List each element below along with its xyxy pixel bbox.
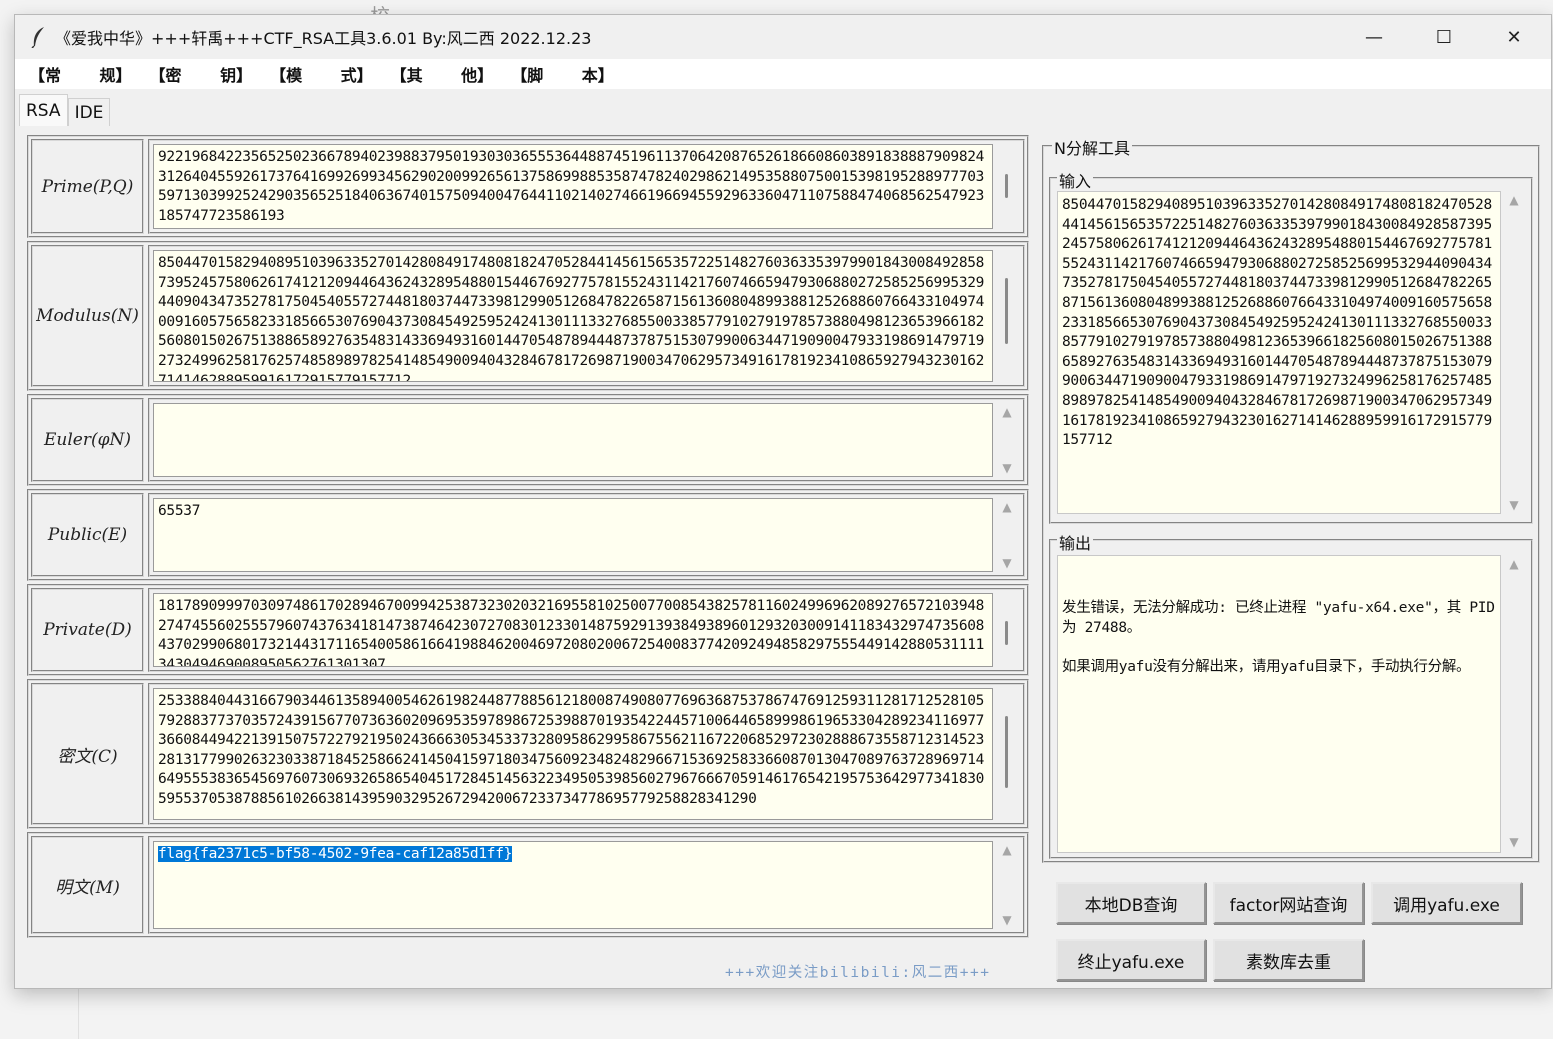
menu-other[interactable]: 【其 他】 bbox=[391, 62, 494, 86]
scroll-up-icon[interactable]: ▲ bbox=[994, 500, 1020, 514]
footer-banner: +++欢迎关注bilibili:风二西+++ bbox=[725, 965, 991, 981]
euler-textarea[interactable] bbox=[153, 403, 993, 477]
prime-scroll-thumb[interactable] bbox=[1005, 174, 1008, 198]
scroll-down-icon[interactable]: ▼ bbox=[994, 461, 1020, 475]
modulus-row: Modulus(N) 85044701582940895103963352701… bbox=[27, 241, 1029, 391]
scroll-up-icon[interactable]: ▲ bbox=[1501, 193, 1527, 207]
private-label: Private(D) bbox=[31, 588, 144, 672]
cipher-field-frame: 2533884044316679034461358940054626198244… bbox=[148, 683, 1025, 825]
public-field-frame: 65537 ▲ ▼ bbox=[148, 493, 1025, 577]
prime-db-dedup-button[interactable]: 素数库去重 bbox=[1213, 939, 1364, 981]
background-divider bbox=[78, 985, 79, 1039]
prime-row: Prime(P,Q) 92219684223565250236678940239… bbox=[27, 135, 1029, 238]
title-bar[interactable]: 《爱我中华》+++轩禹+++CTF_RSA工具3.6.01 By:风二西 202… bbox=[15, 15, 1551, 59]
call-yafu-button[interactable]: 调用yafu.exe bbox=[1371, 882, 1522, 924]
factor-output-label: 输出 bbox=[1057, 530, 1094, 554]
menu-bar: 【常 规】 【密 钥】 【模 式】 【其 他】 【脚 本】 bbox=[15, 59, 1551, 89]
cipher-row: 密文(C) 2533884044316679034461358940054626… bbox=[27, 679, 1029, 829]
private-textarea[interactable]: 1817890999703097486170289467009942538732… bbox=[153, 593, 993, 667]
prime-textarea[interactable]: 9221968422356525023667894023988379501930… bbox=[153, 144, 993, 229]
scroll-down-icon[interactable]: ▼ bbox=[994, 913, 1020, 927]
factor-output-textarea[interactable]: 发生错误，无法分解成功: 已终止进程 "yafu-x64.exe"，其 PID … bbox=[1057, 555, 1501, 853]
private-scroll-thumb[interactable] bbox=[1005, 621, 1008, 645]
cipher-label: 密文(C) bbox=[31, 683, 144, 825]
factor-input-scrollbar[interactable]: ▲ ▼ bbox=[1501, 191, 1527, 514]
scroll-down-icon[interactable]: ▼ bbox=[1501, 835, 1527, 849]
euler-label: Euler(φN) bbox=[31, 398, 144, 482]
menu-key[interactable]: 【密 钥】 bbox=[150, 62, 253, 86]
factor-tool-title: N分解工具 bbox=[1052, 135, 1132, 159]
plain-field-frame: flag{fa2371c5-bf58-4502-9fea-caf12a85d1f… bbox=[148, 836, 1025, 934]
local-db-query-button[interactable]: 本地DB查询 bbox=[1056, 882, 1206, 924]
plain-scrollbar[interactable]: ▲ ▼ bbox=[994, 841, 1020, 929]
rsa-fields-panel: Prime(P,Q) 92219684223565250236678940239… bbox=[27, 135, 1029, 940]
euler-field-frame: ▲ ▼ bbox=[148, 398, 1025, 482]
factor-tool-group: N分解工具 输入 8504470158294089510396335270142… bbox=[1042, 135, 1540, 981]
plain-row: 明文(M) flag{fa2371c5-bf58-4502-9fea-caf12… bbox=[27, 832, 1029, 938]
plain-selected-text: flag{fa2371c5-bf58-4502-9fea-caf12a85d1f… bbox=[158, 846, 513, 862]
scroll-up-icon[interactable]: ▲ bbox=[994, 405, 1020, 419]
minimize-button[interactable]: — bbox=[1339, 15, 1409, 59]
factor-input-textarea[interactable]: 8504470158294089510396335270142808491748… bbox=[1057, 191, 1501, 514]
private-scrollbar[interactable] bbox=[994, 593, 1020, 667]
cipher-scrollbar[interactable] bbox=[994, 688, 1020, 820]
prime-field-frame: 9221968422356525023667894023988379501930… bbox=[148, 139, 1025, 234]
scroll-up-icon[interactable]: ▲ bbox=[994, 843, 1020, 857]
public-scrollbar[interactable]: ▲ ▼ bbox=[994, 498, 1020, 572]
euler-scrollbar[interactable]: ▲ ▼ bbox=[994, 403, 1020, 477]
private-field-frame: 1817890999703097486170289467009942538732… bbox=[148, 588, 1025, 672]
close-button[interactable]: ✕ bbox=[1479, 15, 1549, 59]
public-label: Public(E) bbox=[31, 493, 144, 577]
cipher-textarea[interactable]: 2533884044316679034461358940054626198244… bbox=[153, 688, 993, 820]
maximize-button[interactable]: ☐ bbox=[1409, 15, 1479, 59]
factor-site-query-button[interactable]: factor网站查询 bbox=[1213, 882, 1364, 924]
euler-row: Euler(φN) ▲ ▼ bbox=[27, 394, 1029, 486]
private-row: Private(D) 18178909997030974861702894670… bbox=[27, 584, 1029, 676]
scroll-up-icon[interactable]: ▲ bbox=[1501, 557, 1527, 571]
plain-textarea[interactable]: flag{fa2371c5-bf58-4502-9fea-caf12a85d1f… bbox=[153, 841, 993, 929]
factor-input-label: 输入 bbox=[1057, 168, 1094, 192]
tab-bar: RSA IDE bbox=[19, 94, 111, 126]
kill-yafu-button[interactable]: 终止yafu.exe bbox=[1056, 939, 1206, 981]
factor-tool-panel: N分解工具 输入 8504470158294089510396335270142… bbox=[1042, 135, 1542, 985]
tab-ide[interactable]: IDE bbox=[67, 98, 111, 126]
public-textarea[interactable]: 65537 bbox=[153, 498, 993, 572]
prime-scrollbar[interactable] bbox=[994, 144, 1020, 229]
modulus-label: Modulus(N) bbox=[31, 245, 144, 387]
tab-rsa[interactable]: RSA bbox=[19, 94, 68, 126]
background-peek-text: 校 bbox=[370, 0, 390, 14]
modulus-scroll-thumb[interactable] bbox=[1005, 278, 1008, 344]
modulus-field-frame: 8504470158294089510396335270142808491748… bbox=[148, 245, 1025, 387]
public-row: Public(E) 65537 ▲ ▼ bbox=[27, 489, 1029, 581]
menu-mode[interactable]: 【模 式】 bbox=[270, 62, 373, 86]
factor-input-group: 输入 8504470158294089510396335270142808491… bbox=[1049, 168, 1533, 524]
factor-output-group: 输出 发生错误，无法分解成功: 已终止进程 "yafu-x64.exe"，其 P… bbox=[1049, 530, 1533, 859]
cipher-scroll-thumb[interactable] bbox=[1005, 716, 1008, 788]
plain-label: 明文(M) bbox=[31, 836, 144, 934]
scroll-down-icon[interactable]: ▼ bbox=[994, 556, 1020, 570]
scroll-down-icon[interactable]: ▼ bbox=[1501, 498, 1527, 512]
menu-general[interactable]: 【常 规】 bbox=[29, 62, 132, 86]
modulus-textarea[interactable]: 8504470158294089510396335270142808491748… bbox=[153, 250, 993, 382]
modulus-scrollbar[interactable] bbox=[994, 250, 1020, 382]
app-window: 《爱我中华》+++轩禹+++CTF_RSA工具3.6.01 By:风二西 202… bbox=[14, 14, 1552, 989]
window-title: 《爱我中华》+++轩禹+++CTF_RSA工具3.6.01 By:风二西 202… bbox=[55, 29, 592, 48]
factor-output-scrollbar[interactable]: ▲ ▼ bbox=[1501, 555, 1527, 851]
prime-label: Prime(P,Q) bbox=[31, 139, 144, 234]
menu-script[interactable]: 【脚 本】 bbox=[511, 62, 614, 86]
feather-icon bbox=[31, 27, 44, 48]
